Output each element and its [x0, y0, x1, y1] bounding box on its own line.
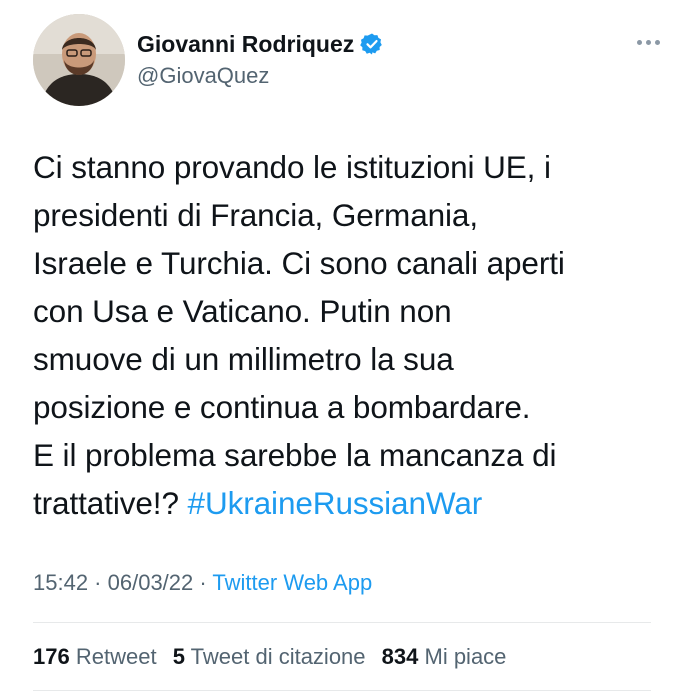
retweets-count: 176 [33, 644, 70, 669]
tweet-header: Giovanni Rodriquez @GiovaQuez [33, 14, 663, 106]
meta-separator: · [88, 570, 108, 595]
more-options-icon[interactable] [633, 34, 663, 50]
tweet-meta: 15:42 · 06/03/22 · Twitter Web App [33, 568, 372, 598]
hashtag-link[interactable]: #UkraineRussianWar [188, 485, 483, 521]
divider-bottom [33, 690, 651, 691]
tweet-line-last: trattative!? #UkraineRussianWar [33, 479, 663, 527]
quotes-count: 5 [172, 644, 185, 669]
likes-count: 834 [381, 644, 419, 669]
display-name[interactable]: Giovanni Rodriquez [137, 30, 354, 58]
tweet-line: Israele e Turchia. Ci sono canali aperti [33, 245, 565, 281]
tweet-source-link[interactable]: Twitter Web App [212, 570, 372, 595]
avatar-image [33, 14, 125, 106]
tweet-line: presidenti di Francia, Germania, [33, 197, 478, 233]
tweet-line: E il problema sarebbe la mancanza di [33, 437, 557, 473]
quotes-label: Tweet di citazione [190, 644, 366, 669]
likes-stat[interactable]: 834 Mi piace [382, 644, 507, 669]
retweets-stat[interactable]: 176 Retweet [33, 644, 157, 669]
tweet-line: con Usa e Vaticano. Putin non [33, 293, 452, 329]
tweet-text: Ci stanno provando le istituzioni UE, i … [33, 143, 663, 527]
avatar[interactable] [33, 14, 125, 106]
likes-label: Mi piace [424, 644, 507, 669]
tweet-line: posizione e continua a bombardare. [33, 389, 531, 425]
tweet-stats: 176 Retweet 5 Tweet di citazione 834 Mi … [33, 642, 516, 672]
user-handle[interactable]: @GiovaQuez [137, 62, 384, 90]
tweet-time[interactable]: 15:42 [33, 570, 88, 595]
divider-top [33, 622, 651, 623]
retweets-label: Retweet [75, 644, 157, 669]
tweet-date[interactable]: 06/03/22 [108, 570, 194, 595]
verified-badge-icon [360, 32, 384, 56]
tweet-line: smuove di un millimetro la sua [33, 341, 454, 377]
display-name-row[interactable]: Giovanni Rodriquez [137, 30, 384, 58]
tweet-line-text: trattative!? [33, 485, 188, 521]
quotes-stat[interactable]: 5 Tweet di citazione [173, 644, 366, 669]
tweet-line: Ci stanno provando le istituzioni UE, i [33, 149, 551, 185]
meta-separator: · [193, 570, 213, 595]
